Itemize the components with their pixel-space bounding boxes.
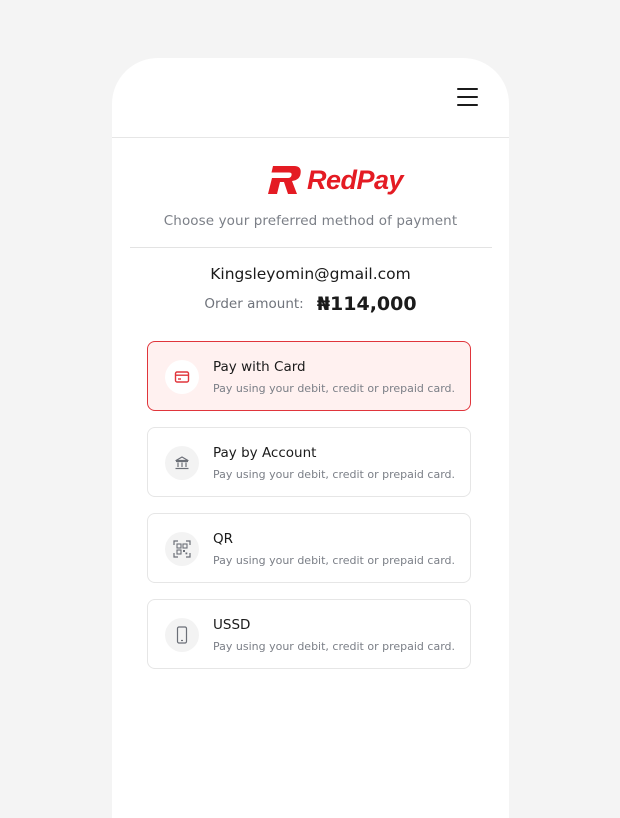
order-amount: Order amount: ₦114,000 [112, 293, 509, 315]
payment-option-card[interactable]: Pay with Card Pay using your debit, cred… [147, 341, 471, 411]
redpay-logo-mark-icon [268, 166, 301, 194]
checkout-panel: RedPay Choose your preferred method of p… [112, 58, 509, 818]
option-description: Pay using your debit, credit or prepaid … [213, 554, 455, 567]
payment-option-qr[interactable]: QR Pay using your debit, credit or prepa… [147, 513, 471, 583]
payment-option-ussd[interactable]: USSD Pay using your debit, credit or pre… [147, 599, 471, 669]
order-amount-label: Order amount: [204, 296, 304, 312]
redpay-logo: RedPay [266, 163, 404, 197]
bank-icon [165, 446, 199, 480]
page-subtitle: Choose your preferred method of payment [163, 213, 458, 229]
top-bar [112, 58, 509, 138]
qr-code-icon [165, 532, 199, 566]
mobile-phone-icon [165, 618, 199, 652]
credit-card-icon [165, 360, 199, 394]
brand-name: RedPay [307, 165, 404, 195]
option-title: USSD [213, 617, 251, 633]
option-title: QR [213, 531, 234, 547]
customer-email: Kingsleyomin@gmail.com [210, 265, 411, 283]
hamburger-menu-icon[interactable] [457, 87, 478, 107]
divider [130, 247, 492, 248]
option-title: Pay with Card [213, 359, 306, 375]
option-description: Pay using your debit, credit or prepaid … [213, 382, 455, 395]
option-title: Pay by Account [213, 445, 317, 461]
option-description: Pay using your debit, credit or prepaid … [213, 640, 455, 653]
payment-option-account[interactable]: Pay by Account Pay using your debit, cre… [147, 427, 471, 497]
option-description: Pay using your debit, credit or prepaid … [213, 468, 455, 481]
order-amount-value: ₦114,000 [316, 293, 417, 315]
